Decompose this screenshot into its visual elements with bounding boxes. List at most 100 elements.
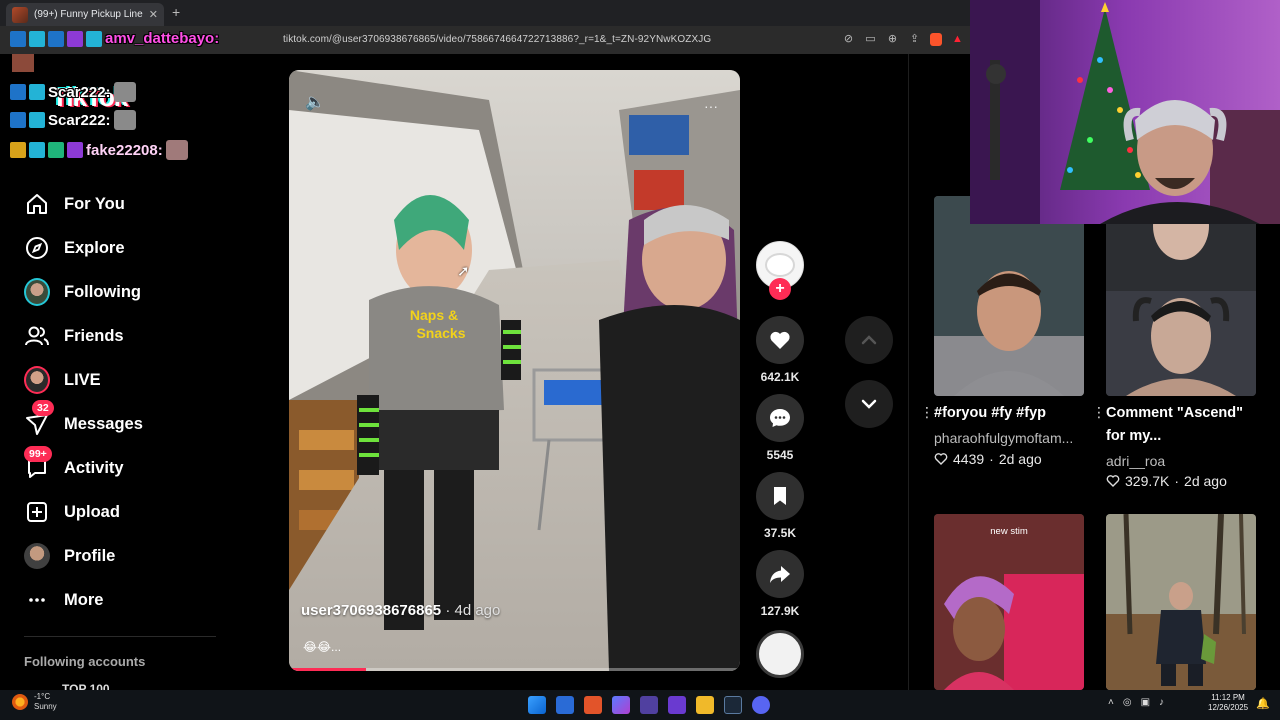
chevron-down-icon [861,399,877,409]
sidebar-item-for-you[interactable]: For You [22,186,222,222]
video-player[interactable]: Naps & Snacks 🔈 ··· user3706938676865 · … [289,70,740,671]
heart-outline-icon [1106,475,1120,487]
chat-badge-icon [29,30,45,47]
chat-emote-icon [113,110,136,130]
sidebar-item-messages[interactable]: 32 Messages [22,400,222,442]
video-time-ago: · 4d ago [445,602,501,619]
chat-badge-icon [29,142,45,158]
heart-outline-icon [934,453,948,465]
recommended-author[interactable]: adri__roa [1106,453,1256,469]
sidebar-divider [24,636,216,637]
taskbar-clock[interactable]: 11:12 PM 12/26/2025 [1208,693,1248,713]
like-count: 4439 [953,451,985,467]
save-button[interactable] [756,472,804,520]
comment-count: 5545 [766,448,794,462]
follow-plus-button[interactable]: + [769,278,791,300]
previous-video-button[interactable] [845,316,893,364]
app-icon[interactable] [640,696,658,714]
mute-icon[interactable]: 🔈 [305,92,325,112]
post-age: 2d ago [1184,473,1227,489]
sidebar-item-activity[interactable]: 99+ Activity [22,446,222,486]
tray-chevron-icon[interactable]: ˄ [1108,697,1114,708]
recommended-title[interactable]: #foryou #fy #fyp [934,402,1064,425]
video-author-line: user3706938676865 · 4d ago [301,602,500,619]
app-icon[interactable] [612,696,630,714]
compass-icon [24,235,50,261]
home-icon [24,191,50,217]
sidebar-item-profile[interactable]: Profile [22,538,222,574]
video-author[interactable]: user3706938676865 [301,602,441,619]
file-explorer-icon[interactable] [696,696,714,714]
recommended-stats: 4439 · 2d ago [934,451,1042,467]
start-icon[interactable] [528,696,546,714]
weather-widget[interactable]: -1°C Sunny [12,692,57,712]
recommended-title[interactable]: Comment "Ascend" for my... [1106,402,1244,448]
sidebar-item-friends[interactable]: Friends [22,318,222,354]
next-video-button[interactable] [845,380,893,428]
notification-bell-icon[interactable]: 🔔 [1256,697,1270,710]
video-options-icon[interactable]: ··· [704,98,718,114]
sidebar-item-more[interactable]: More [22,582,222,618]
app-icon[interactable] [668,696,686,714]
sidebar-item-upload[interactable]: Upload [22,494,222,530]
upload-icon [24,499,50,525]
following-account-item[interactable]: TOP 100 [62,682,110,690]
like-button[interactable] [756,316,804,364]
browser-tab-bar: (99+) Funny Pickup Line Atte... ✕ + [0,0,970,26]
zoom-icon[interactable]: ⊕ [886,33,899,46]
chat-badge-icon [67,30,83,47]
chat-emote-icon [165,140,188,160]
brave-rewards-icon[interactable]: ▲ [951,33,964,46]
card-more-icon[interactable]: ⋮ [1092,404,1106,421]
pip-icon[interactable]: ▭ [864,33,877,46]
sidebar-item-label: Profile [64,546,116,565]
recommended-thumbnail[interactable] [1106,514,1256,690]
address-bar-icons: ⊘ ▭ ⊕ ⇪ ▲ [842,33,964,46]
windows-taskbar: -1°C Sunny ˄ ◎ ▣ ♪ 11:12 PM 12/26/2025 🔔 [0,690,1280,720]
video-caption[interactable]: 😂😂... [303,640,341,654]
chat-badge-icon [48,142,64,158]
recommended-author[interactable]: pharaohfulgymoftam... [934,430,1084,446]
chat-emote-icon [113,82,136,102]
weather-temp: -1°C [34,692,51,701]
chat-message: fake22208: [10,140,188,160]
network-icon[interactable]: ◎ [1123,697,1132,708]
new-tab-button[interactable]: + [172,4,180,20]
sidebar-item-label: Upload [64,502,120,521]
url-field[interactable]: tiktok.com/@user3706938676865/video/7586… [283,34,711,45]
messages-badge: 32 [32,400,54,416]
share-arrow-icon [770,566,790,583]
card-more-icon[interactable]: ⋮ [920,404,934,421]
sidebar-item-explore[interactable]: Explore [22,230,222,266]
recommended-thumbnail[interactable] [1106,196,1256,396]
chat-username: fake22208: [86,141,163,159]
brave-shield-icon[interactable] [930,33,942,46]
like-count: 329.7K [1125,473,1170,489]
sidebar-item-live[interactable]: LIVE [22,362,222,398]
share-icon[interactable]: ⇪ [908,33,921,46]
chat-emote-icon [12,54,34,72]
tray-app-icon[interactable]: ▣ [1141,697,1150,708]
sound-disc[interactable] [756,630,804,678]
chat-message: Scar222: [10,110,136,130]
recommended-thumbnail[interactable] [934,196,1084,396]
sidebar-item-label: LIVE [64,370,101,389]
share-button[interactable] [756,550,804,598]
sidebar-item-following[interactable]: Following [22,274,222,310]
search-icon[interactable] [556,696,574,714]
following-avatar [24,278,50,306]
sidebar-item-label: Activity [64,458,124,477]
browser-tab[interactable]: (99+) Funny Pickup Line Atte... ✕ [6,3,164,26]
video-progress-bar[interactable] [289,668,740,671]
tab-close-icon[interactable]: ✕ [149,8,158,21]
discord-icon[interactable] [752,696,770,714]
brave-browser-icon[interactable] [584,696,602,714]
chat-badge-icon [48,30,64,47]
recommended-thumbnail[interactable]: new stim [934,514,1084,690]
comment-button[interactable] [756,394,804,442]
volume-icon[interactable]: ♪ [1159,697,1164,708]
steam-icon[interactable] [724,696,742,714]
reader-icon[interactable]: ⊘ [842,33,855,46]
svg-text:Naps &: Naps & [410,307,458,323]
heart-icon [770,331,790,349]
